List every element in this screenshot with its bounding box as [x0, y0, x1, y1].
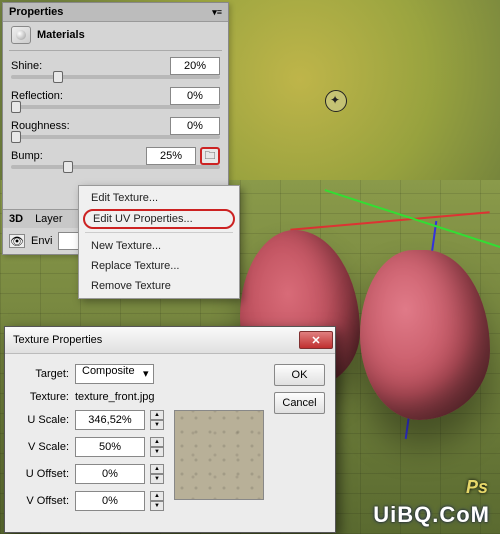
shine-slider[interactable]	[11, 75, 220, 79]
watermark-ps: Ps	[466, 477, 488, 498]
v-scale-stepper[interactable]: ▲▼	[150, 437, 164, 457]
u-offset-label: U Offset:	[15, 468, 69, 480]
close-icon: ✕	[311, 334, 320, 347]
roughness-slider[interactable]	[11, 135, 220, 139]
tab-layers[interactable]: Layer	[35, 213, 63, 225]
material-sphere-icon	[11, 26, 31, 44]
panel-menu-icon[interactable]: ▾≡	[212, 7, 222, 18]
reflection-value[interactable]: 0%	[170, 87, 220, 105]
u-offset-input[interactable]: 0%	[75, 464, 145, 484]
roughness-value[interactable]: 0%	[170, 117, 220, 135]
menu-remove-texture[interactable]: Remove Texture	[81, 276, 237, 296]
v-scale-input[interactable]: 50%	[75, 437, 145, 457]
v-offset-stepper[interactable]: ▲▼	[150, 491, 164, 511]
properties-panel-title: Properties	[9, 6, 63, 18]
u-scale-label: U Scale:	[15, 414, 69, 426]
u-scale-input[interactable]: 346,52%	[75, 410, 145, 430]
target-value: Composite	[82, 365, 135, 377]
dialog-title: Texture Properties	[13, 334, 102, 346]
texture-context-menu: Edit Texture... Edit UV Properties... Ne…	[78, 185, 240, 299]
texture-label: Texture:	[15, 391, 69, 403]
bump-label: Bump:	[11, 150, 43, 162]
texture-preview-swatch	[174, 410, 264, 500]
menu-edit-texture[interactable]: Edit Texture...	[81, 188, 237, 208]
target-row: Target: Composite	[15, 364, 264, 384]
folder-icon: 🗀	[205, 147, 216, 166]
bump-value[interactable]: 25%	[146, 147, 196, 165]
tab-3d[interactable]: 3D	[9, 213, 23, 225]
ok-button[interactable]: OK	[274, 364, 325, 386]
shine-label: Shine:	[11, 60, 42, 72]
bump-slider[interactable]	[11, 165, 220, 169]
watermark-site: UiBQ.CoM	[373, 502, 490, 528]
texture-filename: texture_front.jpg	[75, 391, 155, 403]
reflection-row: Reflection: 0%	[3, 83, 228, 105]
menu-new-texture[interactable]: New Texture...	[81, 236, 237, 256]
v-scale-label: V Scale:	[15, 441, 69, 453]
shine-value[interactable]: 20%	[170, 57, 220, 75]
menu-edit-uv-properties[interactable]: Edit UV Properties...	[83, 209, 235, 229]
viewport-light-marker[interactable]	[325, 90, 347, 112]
materials-section-label: Materials	[37, 29, 85, 41]
bump-texture-menu-button[interactable]: 🗀	[200, 147, 220, 165]
visibility-toggle-icon[interactable]: 👁	[9, 234, 25, 248]
cancel-button[interactable]: Cancel	[274, 392, 325, 414]
materials-section-header[interactable]: Materials	[3, 22, 228, 48]
texture-row: Texture: texture_front.jpg	[15, 391, 264, 403]
u-offset-stepper[interactable]: ▲▼	[150, 464, 164, 484]
roughness-row: Roughness: 0%	[3, 113, 228, 135]
u-scale-stepper[interactable]: ▲▼	[150, 410, 164, 430]
reflection-slider[interactable]	[11, 105, 220, 109]
texture-properties-dialog: Texture Properties ✕ Target: Composite T…	[4, 326, 336, 533]
close-button[interactable]: ✕	[299, 331, 333, 349]
shine-row: Shine: 20%	[3, 53, 228, 75]
menu-separator	[85, 232, 233, 233]
target-select[interactable]: Composite	[75, 364, 154, 384]
target-label: Target:	[15, 368, 69, 380]
v-offset-input[interactable]: 0%	[75, 491, 145, 511]
v-offset-label: V Offset:	[15, 495, 69, 507]
properties-panel-header[interactable]: Properties ▾≡	[3, 3, 228, 22]
environment-label: Envi	[31, 235, 52, 247]
dialog-titlebar[interactable]: Texture Properties ✕	[5, 327, 335, 354]
menu-replace-texture[interactable]: Replace Texture...	[81, 256, 237, 276]
bump-row: Bump: 25% 🗀	[3, 143, 228, 165]
